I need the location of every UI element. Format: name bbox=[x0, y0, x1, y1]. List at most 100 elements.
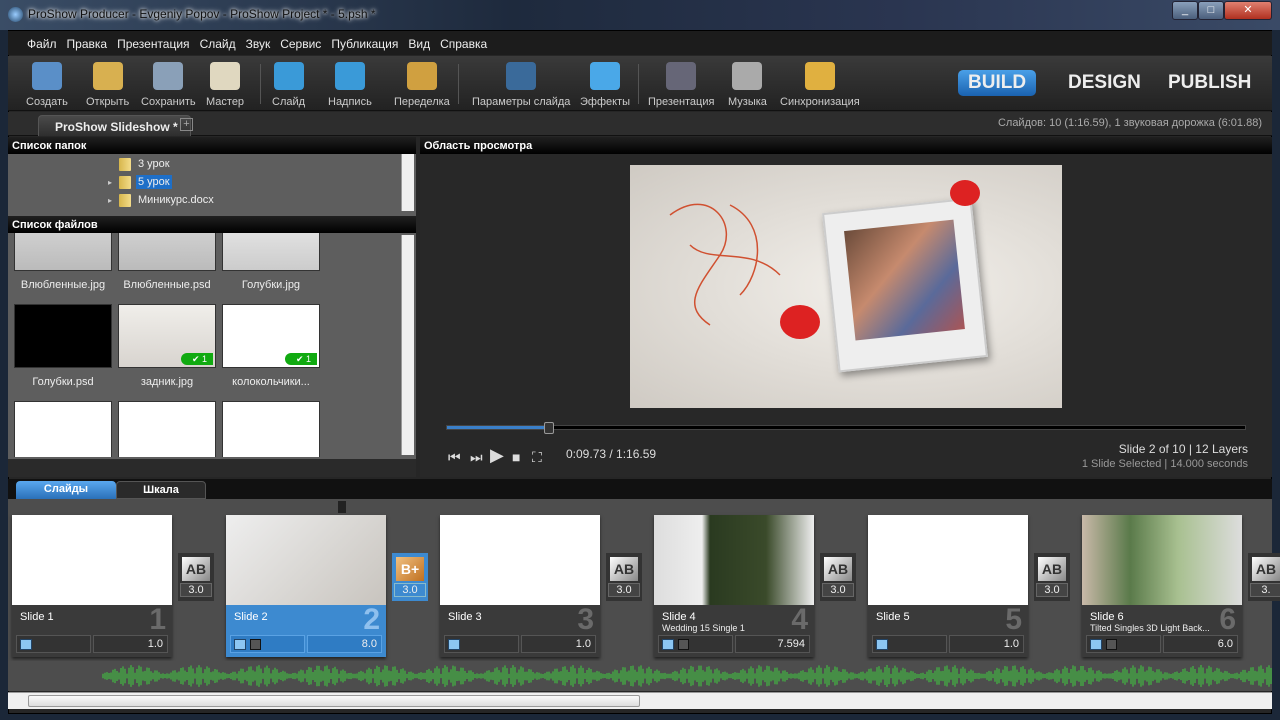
slide-3[interactable]: Slide 3 3 1.0 bbox=[440, 515, 600, 657]
toolbar-save-button[interactable]: Сохранить bbox=[141, 60, 196, 108]
slide-thumbnail bbox=[12, 515, 172, 605]
toolbar-remix-button[interactable]: Переделка bbox=[394, 60, 450, 108]
toolbar-open-folder-button[interactable]: Открыть bbox=[86, 60, 129, 108]
previous-slide-icon[interactable]: ⏮ bbox=[448, 449, 461, 466]
scrubber-handle[interactable] bbox=[543, 422, 554, 434]
slide-duration[interactable]: 8.0 bbox=[307, 635, 382, 653]
toolbar-effects-button[interactable]: Эффекты bbox=[580, 60, 630, 108]
folder-item[interactable]: ▸ 5 урок bbox=[108, 174, 172, 190]
menu-2[interactable]: Презентация bbox=[112, 31, 195, 55]
playback-scrubber[interactable] bbox=[446, 422, 1246, 434]
mode-publish-button[interactable]: PUBLISH bbox=[1158, 70, 1261, 96]
slide-duration[interactable]: 6.0 bbox=[1163, 635, 1238, 653]
transition-2[interactable]: B+ 3.0 bbox=[392, 553, 428, 601]
transition-duration[interactable]: 3.0 bbox=[394, 583, 426, 597]
menu-8[interactable]: Справка bbox=[435, 31, 492, 55]
remix-icon bbox=[406, 62, 437, 90]
folder-scrollbar[interactable] bbox=[401, 154, 414, 211]
mode-build-button[interactable]: BUILD bbox=[958, 70, 1037, 96]
fullscreen-icon[interactable]: ⛶ bbox=[532, 449, 542, 466]
menu-6[interactable]: Публикация bbox=[326, 31, 403, 55]
toolbar-add-slide-button[interactable]: Слайд bbox=[272, 60, 305, 108]
toolbar-add-caption-button[interactable]: Надпись bbox=[328, 60, 372, 108]
menu-5[interactable]: Сервис bbox=[275, 31, 326, 55]
play-icon[interactable]: ▶ bbox=[490, 445, 504, 466]
maximize-button[interactable]: □ bbox=[1198, 1, 1224, 20]
transition-1[interactable]: AB 3.0 bbox=[178, 553, 214, 601]
transition-4[interactable]: AB 3.0 bbox=[820, 553, 856, 601]
slide-4[interactable]: Slide 4 Wedding 15 Single 1 4 7.594 bbox=[654, 515, 814, 657]
preview-image bbox=[630, 165, 1062, 408]
menu-0[interactable]: Файл bbox=[22, 31, 62, 55]
transition-duration[interactable]: 3.0 bbox=[1036, 583, 1068, 597]
slide-2[interactable]: Slide 2 2 8.0 bbox=[226, 515, 386, 657]
next-slide-icon[interactable]: ⏭ bbox=[470, 449, 483, 466]
preview-slide-icon[interactable] bbox=[662, 639, 674, 650]
toolbar-wizard-button[interactable]: Мастер bbox=[206, 60, 244, 108]
add-caption-icon bbox=[334, 62, 365, 90]
window-title: ProShow Producer - Evgeniy Popov - ProSh… bbox=[28, 7, 376, 21]
slide-duration[interactable]: 1.0 bbox=[949, 635, 1024, 653]
show-options-icon bbox=[666, 62, 697, 90]
minimize-button[interactable]: _ bbox=[1172, 1, 1198, 20]
toolbar-slide-options-button[interactable]: Параметры слайда bbox=[472, 60, 570, 108]
file-name: Голубки.jpg bbox=[241, 279, 301, 291]
toolbar-new-project-button[interactable]: Создать bbox=[26, 60, 68, 108]
transition-3[interactable]: AB 3.0 bbox=[606, 553, 642, 601]
slide-duration[interactable]: 1.0 bbox=[93, 635, 168, 653]
preview-slide-icon[interactable] bbox=[1090, 639, 1102, 650]
slide-6[interactable]: Slide 6 Tilted Singles 3D Light Back... 6 6… bbox=[1082, 515, 1242, 657]
menu-1[interactable]: Правка bbox=[62, 31, 113, 55]
file-item[interactable]: ✔ 1 задник.jpg bbox=[118, 304, 216, 388]
preview-slide-icon[interactable] bbox=[876, 639, 888, 650]
file-item[interactable] bbox=[118, 401, 216, 457]
file-thumbnail: ✔ 1 bbox=[118, 304, 216, 368]
transition-duration[interactable]: 3. bbox=[1250, 583, 1280, 597]
toolbar-label: Переделка bbox=[394, 96, 450, 108]
preview-slide-icon[interactable] bbox=[20, 639, 32, 650]
project-tab[interactable]: ProShow Slideshow * bbox=[38, 115, 191, 136]
slide-1[interactable]: Slide 1 1 1.0 bbox=[12, 515, 172, 657]
expand-arrow-icon[interactable]: ▸ bbox=[108, 178, 114, 187]
file-item[interactable]: Голубки.psd bbox=[14, 304, 112, 388]
slide-5[interactable]: Slide 5 5 1.0 bbox=[868, 515, 1028, 657]
menu-4[interactable]: Звук bbox=[241, 31, 276, 55]
preview-slide-icon[interactable] bbox=[234, 639, 246, 650]
transition-6[interactable]: AB 3. bbox=[1248, 553, 1280, 601]
folder-icon bbox=[119, 175, 131, 189]
playhead-marker[interactable] bbox=[338, 501, 346, 513]
file-item[interactable] bbox=[14, 401, 112, 457]
folder-item[interactable]: 3 урок bbox=[108, 156, 172, 172]
slide-duration[interactable]: 7.594 bbox=[735, 635, 810, 653]
transition-duration[interactable]: 3.0 bbox=[180, 583, 212, 597]
transition-duration[interactable]: 3.0 bbox=[822, 583, 854, 597]
new-project-icon bbox=[31, 62, 62, 90]
menu-3[interactable]: Слайд bbox=[195, 31, 241, 55]
transition-duration[interactable]: 3.0 bbox=[608, 583, 640, 597]
tab-slides[interactable]: Слайды bbox=[16, 481, 116, 499]
close-button[interactable]: ✕ bbox=[1224, 1, 1272, 20]
transition-5[interactable]: AB 3.0 bbox=[1034, 553, 1070, 601]
audio-waveform[interactable] bbox=[8, 661, 1272, 691]
add-tab-icon[interactable]: + bbox=[180, 118, 193, 131]
preview-slide-icon[interactable] bbox=[448, 639, 460, 650]
file-item[interactable]: ✔ 1 колокольчики... bbox=[222, 304, 320, 388]
file-scrollbar[interactable] bbox=[401, 235, 414, 455]
file-item[interactable]: Влюбленные.psd bbox=[118, 233, 216, 291]
slide-duration[interactable]: 1.0 bbox=[521, 635, 596, 653]
toolbar-music-button[interactable]: Музыка bbox=[728, 60, 767, 108]
slide-name: Slide 4 bbox=[662, 611, 696, 623]
menu-7[interactable]: Вид bbox=[403, 31, 435, 55]
mode-design-button[interactable]: DESIGN bbox=[1058, 70, 1151, 96]
file-item[interactable]: Влюбленные.jpg bbox=[14, 233, 112, 291]
toolbar-show-options-button[interactable]: Презентация bbox=[648, 60, 714, 108]
toolbar-sync-button[interactable]: Синхронизация bbox=[780, 60, 860, 108]
folder-item[interactable]: ▸ Миникурс.docx bbox=[108, 192, 216, 208]
file-item[interactable] bbox=[222, 401, 320, 457]
horizontal-scrollbar[interactable] bbox=[8, 692, 1272, 709]
stop-icon[interactable]: ■ bbox=[512, 449, 520, 465]
scrollbar-thumb[interactable] bbox=[28, 695, 640, 707]
expand-arrow-icon[interactable]: ▸ bbox=[108, 196, 114, 205]
file-item[interactable]: Голубки.jpg bbox=[222, 233, 320, 291]
tab-timeline[interactable]: Шкала bbox=[116, 481, 206, 499]
